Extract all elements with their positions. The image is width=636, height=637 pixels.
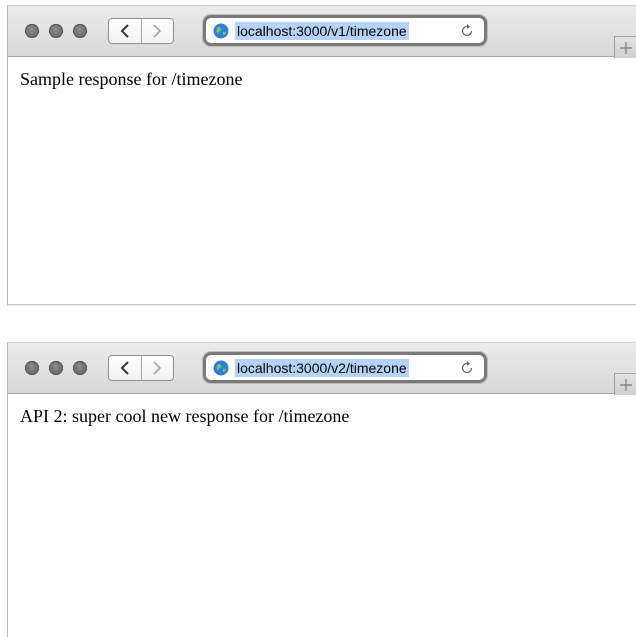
reload-icon[interactable] [458,22,476,40]
globe-icon [213,360,229,376]
browser-toolbar: localhost:3000/v2/timezone [8,342,636,395]
browser-toolbar: localhost:3000/v1/timezone [8,5,636,58]
page-content: API 2: super cool new response for /time… [20,406,350,426]
plus-icon [620,41,632,54]
reload-icon[interactable] [458,359,476,377]
new-tab-button[interactable] [614,36,636,58]
address-bar[interactable]: localhost:3000/v2/timezone [203,352,487,383]
globe-icon [213,23,229,39]
minimize-window-button[interactable] [49,361,63,375]
navigation-buttons [108,18,174,44]
back-button[interactable] [109,356,141,380]
address-bar[interactable]: localhost:3000/v1/timezone [203,15,487,46]
navigation-buttons [108,355,174,381]
minimize-window-button[interactable] [49,24,63,38]
browser-window-v2: localhost:3000/v2/timezone API 2: super … [7,342,636,637]
zoom-window-button[interactable] [73,24,87,38]
close-window-button[interactable] [25,361,39,375]
back-button[interactable] [109,19,141,43]
page-content: Sample response for /timezone [20,69,243,89]
forward-button[interactable] [140,19,174,43]
chevron-left-icon [120,24,129,38]
url-text[interactable]: localhost:3000/v1/timezone [235,22,409,40]
chevron-right-icon [153,24,162,38]
browser-window-v1: localhost:3000/v1/timezone Sample respon… [7,5,636,305]
chevron-right-icon [153,361,162,375]
plus-icon [620,378,632,391]
new-tab-button[interactable] [614,373,636,395]
zoom-window-button[interactable] [73,361,87,375]
close-window-button[interactable] [25,24,39,38]
url-text[interactable]: localhost:3000/v2/timezone [235,359,409,377]
forward-button[interactable] [140,356,174,380]
chevron-left-icon [120,361,129,375]
